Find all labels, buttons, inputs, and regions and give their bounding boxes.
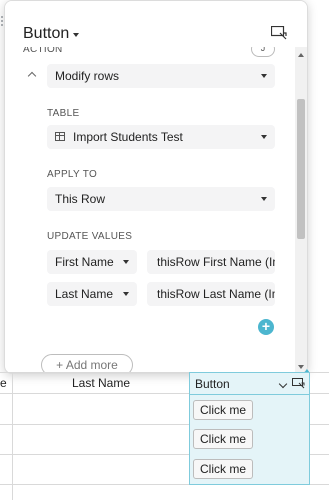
update-formula-input[interactable]: thisRow Last Name (Im bbox=[147, 282, 275, 306]
update-values-label: UPDATE VALUES bbox=[47, 231, 133, 242]
scrollbar-thumb[interactable] bbox=[297, 99, 305, 239]
action-badge[interactable]: J bbox=[251, 47, 275, 57]
click-me-button[interactable]: Click me bbox=[193, 400, 253, 420]
column-header-button[interactable]: Button bbox=[190, 373, 309, 395]
table-select-value: Import Students Test bbox=[73, 130, 183, 144]
apply-to-label: APPLY TO bbox=[47, 169, 98, 180]
action-label: ACTION bbox=[23, 47, 63, 55]
action-select-value: Modify rows bbox=[55, 69, 120, 83]
column-header-partial[interactable]: e bbox=[0, 376, 7, 390]
popup-scrollbar[interactable] bbox=[295, 47, 307, 373]
chevron-down-icon bbox=[261, 197, 267, 201]
column-options-icon[interactable] bbox=[292, 378, 305, 389]
click-me-button[interactable]: Click me bbox=[193, 459, 253, 479]
column-header-last-name[interactable]: Last Name bbox=[72, 376, 130, 390]
update-field-value: First Name bbox=[55, 255, 114, 269]
click-me-button[interactable]: Click me bbox=[193, 429, 253, 449]
chevron-down-icon bbox=[123, 292, 129, 296]
update-field-select[interactable]: First Name bbox=[47, 250, 137, 274]
title-dropdown-icon[interactable] bbox=[73, 33, 79, 37]
update-field-value: Last Name bbox=[55, 287, 114, 301]
chevron-down-icon bbox=[261, 74, 267, 78]
button-config-popup: Button ACTION J Modify rows TABLE Import… bbox=[4, 0, 308, 374]
column-options-icon[interactable] bbox=[271, 26, 287, 40]
chevron-down-icon bbox=[123, 260, 129, 264]
column-header-button-label: Button bbox=[195, 377, 230, 391]
update-formula-value: thisRow Last Name (Im bbox=[157, 287, 275, 301]
table-select[interactable]: Import Students Test bbox=[47, 125, 275, 149]
chevron-down-icon[interactable] bbox=[278, 379, 288, 389]
table-icon bbox=[55, 132, 65, 141]
data-grid: e Last Name Button Click me Click me Cli… bbox=[0, 372, 329, 500]
button-column-selected[interactable]: Button Click me Click me Click me bbox=[189, 372, 310, 485]
apply-to-select-value: This Row bbox=[55, 192, 106, 206]
collapse-chevron-icon[interactable] bbox=[27, 71, 37, 81]
column-divider bbox=[12, 372, 13, 500]
add-value-plus-icon[interactable]: + bbox=[258, 319, 274, 335]
chevron-down-icon bbox=[261, 135, 267, 139]
action-select[interactable]: Modify rows bbox=[47, 64, 275, 88]
popup-scroll-area[interactable]: ACTION J Modify rows TABLE Import Studen… bbox=[5, 47, 307, 373]
update-formula-input[interactable]: thisRow First Name (Im bbox=[147, 250, 275, 274]
update-field-select[interactable]: Last Name bbox=[47, 282, 137, 306]
popup-header: Button bbox=[5, 1, 307, 47]
apply-to-select[interactable]: This Row bbox=[47, 187, 275, 211]
table-label: TABLE bbox=[47, 108, 80, 119]
popup-title[interactable]: Button bbox=[23, 25, 69, 43]
scroll-up-arrow-icon[interactable] bbox=[298, 53, 304, 57]
add-more-button[interactable]: + Add more bbox=[41, 354, 133, 373]
update-formula-value: thisRow First Name (Im bbox=[157, 255, 275, 269]
